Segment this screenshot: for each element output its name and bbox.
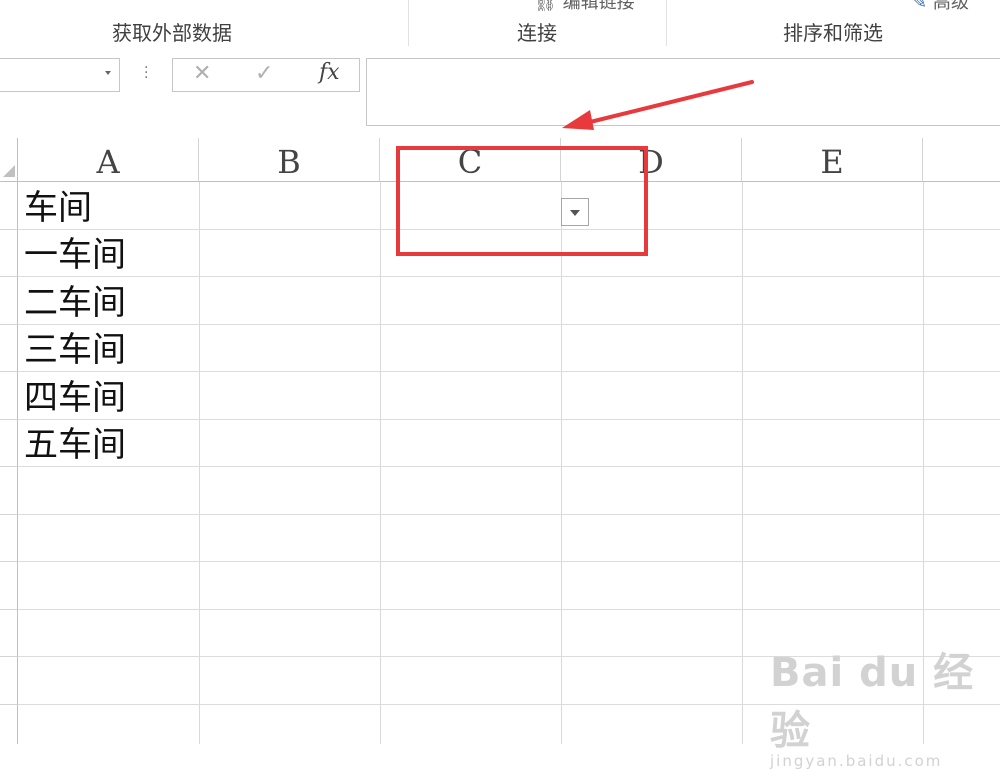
watermark-brand: Bai du 经验 [770, 650, 975, 754]
watermark-url: jingyan.baidu.com [770, 752, 943, 770]
annotation-arrow-head [562, 110, 594, 130]
baidu-watermark: Bai du 经验 jingyan.baidu.com [770, 640, 1000, 770]
annotation-arrow-shaft [580, 80, 754, 126]
annotation-arrow [562, 80, 754, 130]
